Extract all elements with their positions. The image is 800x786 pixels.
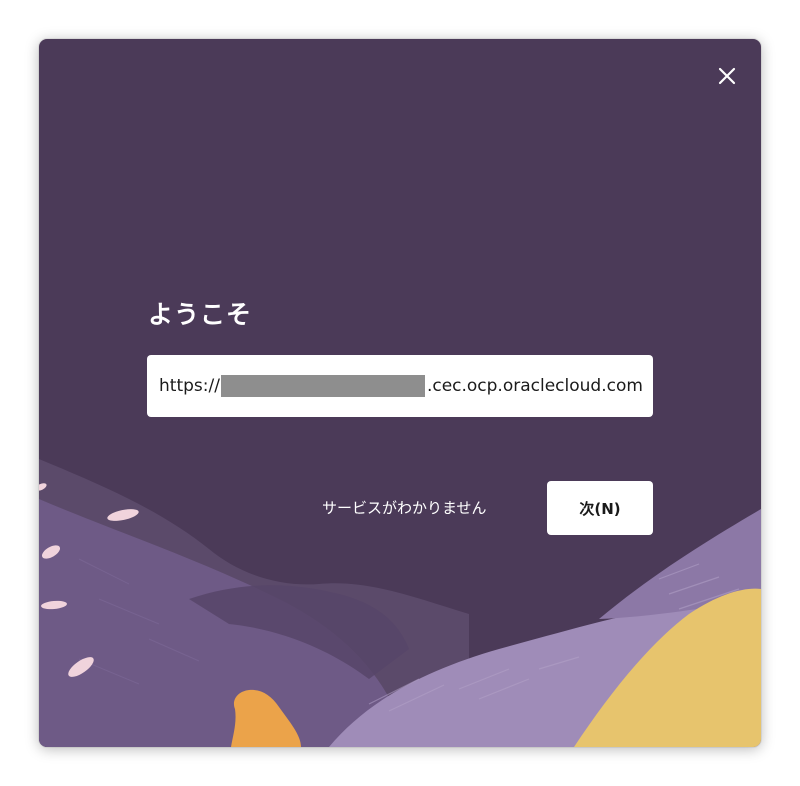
- redacted-hostname: [220, 375, 425, 397]
- welcome-dialog: ようこそ https:// .cec.ocp.oraclecloud.com サ…: [39, 39, 761, 747]
- welcome-title: ようこそ: [148, 300, 253, 329]
- service-url-input[interactable]: https:// .cec.ocp.oraclecloud.com: [147, 355, 653, 417]
- next-button[interactable]: 次(N): [547, 481, 653, 535]
- close-icon[interactable]: [716, 65, 738, 87]
- url-prefix: https://: [159, 376, 220, 396]
- unknown-service-link[interactable]: サービスがわかりません: [322, 497, 487, 518]
- url-suffix: .cec.ocp.oraclecloud.com: [426, 376, 643, 396]
